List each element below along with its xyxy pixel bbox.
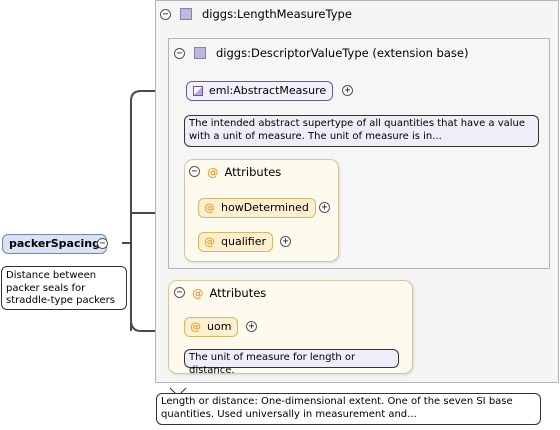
attributes-inner-label: @ Attributes bbox=[207, 165, 282, 179]
expand-how-determined-icon[interactable]: + bbox=[319, 202, 330, 213]
attribute-icon: @ bbox=[207, 165, 219, 179]
attribute-uom-label: uom bbox=[207, 320, 232, 333]
collapse-descriptor-value-type-icon[interactable]: − bbox=[174, 48, 185, 59]
attributes-outer-label: @ Attributes bbox=[192, 286, 267, 300]
descriptor-value-type-label: diggs:DescriptorValueType (extension bas… bbox=[216, 46, 469, 60]
collapse-attributes-outer-icon[interactable]: − bbox=[174, 287, 185, 298]
expand-uom-icon[interactable]: + bbox=[246, 321, 257, 332]
abstract-measure-doc-line: The intended abstract supertype of all q… bbox=[189, 118, 526, 129]
attribute-icon: @ bbox=[192, 286, 204, 300]
attribute-uom[interactable]: @ uom bbox=[184, 317, 239, 337]
abstract-element-icon bbox=[193, 86, 203, 96]
packer-spacing-doc: Distance between packer seals for stradd… bbox=[1, 266, 127, 310]
length-measure-type-doc: Length or distance: One-dimensional exte… bbox=[156, 393, 541, 425]
packer-spacing-element[interactable]: packerSpacing bbox=[2, 234, 107, 254]
attribute-qualifier[interactable]: @ qualifier bbox=[198, 232, 274, 252]
attribute-qualifier-label: qualifier bbox=[221, 235, 267, 248]
uom-doc: The unit of measure for length or distan… bbox=[184, 349, 399, 376]
packer-spacing-label: packerSpacing bbox=[9, 237, 100, 250]
abstract-measure-doc-line: with a unit of measure. The unit of meas… bbox=[189, 130, 442, 142]
collapse-length-measure-type-icon[interactable]: − bbox=[160, 9, 171, 20]
complex-type-icon bbox=[180, 8, 192, 20]
attribute-how-determined[interactable]: @ howDetermined bbox=[198, 198, 316, 218]
length-measure-type-doc-line: Length or distance: One-dimensional exte… bbox=[161, 396, 513, 407]
packer-spacing-doc-line: Distance between bbox=[6, 270, 97, 281]
attribute-icon: @ bbox=[190, 320, 201, 333]
complex-type-icon bbox=[194, 47, 206, 59]
attribute-icon: @ bbox=[204, 235, 215, 248]
expand-qualifier-icon[interactable]: + bbox=[280, 236, 291, 247]
collapse-packer-spacing-icon[interactable]: − bbox=[97, 238, 108, 249]
length-measure-type-doc-line: quantities. Used universally in measurem… bbox=[161, 408, 417, 420]
attribute-icon: @ bbox=[204, 201, 215, 214]
packer-spacing-doc-line: straddle-type packers bbox=[6, 295, 116, 306]
collapse-attributes-inner-icon[interactable]: − bbox=[189, 166, 200, 177]
expand-abstract-measure-icon[interactable]: + bbox=[342, 85, 353, 96]
abstract-measure-label: eml:AbstractMeasure bbox=[209, 84, 327, 97]
packer-spacing-doc-line: packer seals for bbox=[6, 282, 86, 294]
attribute-how-determined-label: howDetermined bbox=[221, 201, 309, 214]
length-measure-type-label: diggs:LengthMeasureType bbox=[202, 7, 352, 21]
abstract-measure-element[interactable]: eml:AbstractMeasure bbox=[186, 81, 334, 101]
abstract-measure-doc: The intended abstract supertype of all q… bbox=[184, 115, 539, 147]
